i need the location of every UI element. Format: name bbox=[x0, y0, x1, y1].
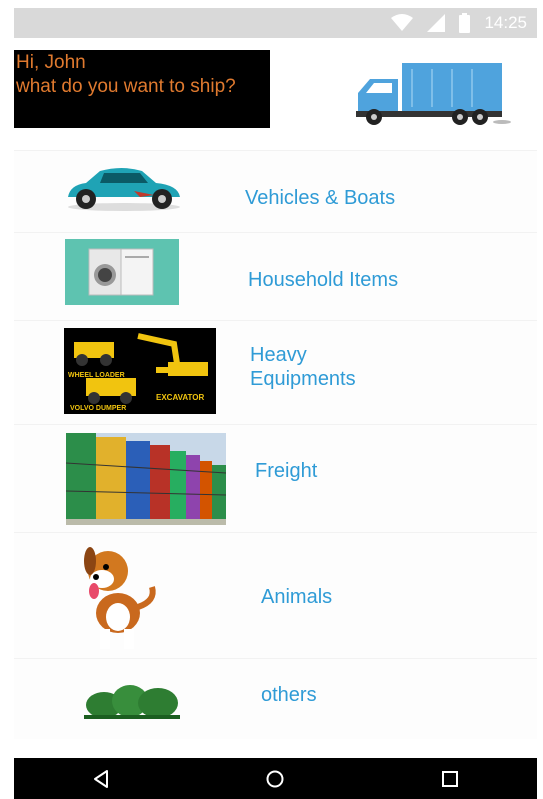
excavator-text: EXCAVATOR bbox=[156, 393, 205, 402]
car-icon bbox=[68, 168, 180, 211]
category-label: Freight bbox=[255, 460, 318, 482]
category-row-heavy-equipment[interactable]: WHEEL LOADER EXCAVATOR VOLVO DUMPER Heav… bbox=[14, 320, 537, 425]
battery-icon bbox=[459, 13, 471, 33]
containers-icon bbox=[66, 433, 226, 525]
back-icon[interactable] bbox=[91, 769, 111, 789]
greeting-line-1: Hi, John bbox=[16, 52, 86, 73]
category-row-household[interactable]: Household Items bbox=[14, 232, 537, 321]
category-label: Animals bbox=[261, 586, 333, 608]
wifi-icon bbox=[391, 14, 414, 31]
recents-icon[interactable] bbox=[440, 769, 460, 789]
status-bar: 14:25 bbox=[14, 8, 537, 38]
heavy-machinery-icon: WHEEL LOADER EXCAVATOR VOLVO DUMPER bbox=[64, 328, 216, 414]
greeting-line-2: what do you want to ship? bbox=[16, 76, 236, 97]
truck-icon bbox=[356, 63, 511, 125]
category-label: Household Items bbox=[248, 269, 399, 291]
bushes-icon bbox=[84, 685, 180, 719]
signal-icon bbox=[427, 14, 446, 32]
category-label-line-1: Heavy bbox=[250, 344, 307, 366]
status-time: 14:25 bbox=[484, 13, 527, 32]
category-row-animals[interactable]: Animals bbox=[14, 532, 537, 659]
wheel-loader-text: WHEEL LOADER bbox=[68, 372, 125, 379]
dog-icon bbox=[84, 547, 156, 649]
greeting-banner: Hi, John what do you want to ship? bbox=[14, 50, 270, 128]
appliances-icon bbox=[65, 239, 179, 305]
category-row-freight[interactable]: Freight bbox=[14, 424, 537, 533]
volvo-dumper-text: VOLVO DUMPER bbox=[70, 405, 126, 412]
category-label: Heavy Equipments bbox=[250, 343, 356, 391]
category-label: others bbox=[261, 684, 317, 706]
category-label-line-2: Equipments bbox=[250, 368, 356, 390]
category-label: Vehicles & Boats bbox=[245, 187, 396, 209]
navigation-bar bbox=[14, 758, 537, 799]
home-icon[interactable] bbox=[265, 769, 285, 789]
category-row-vehicles[interactable]: Vehicles & Boats bbox=[14, 150, 537, 233]
category-row-others[interactable]: others bbox=[14, 658, 537, 739]
